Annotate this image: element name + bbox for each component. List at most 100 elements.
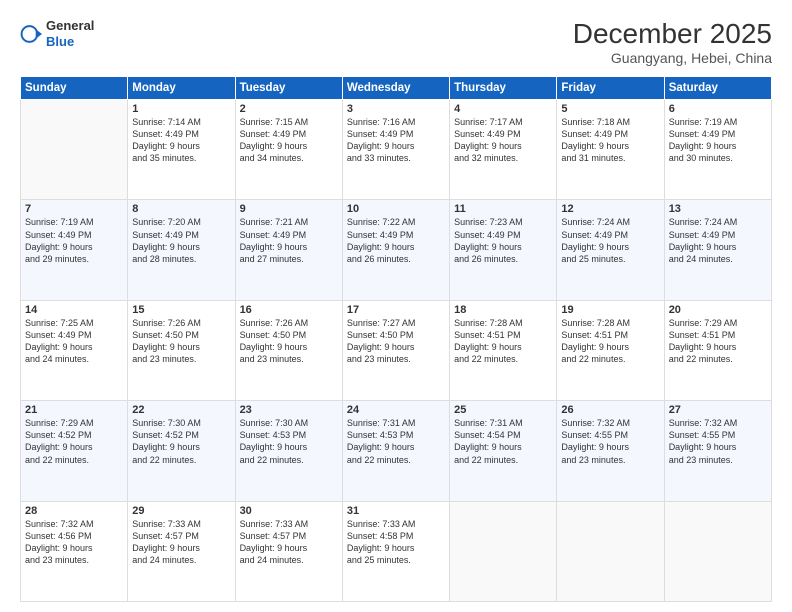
calendar-cell: 24Sunrise: 7:31 AMSunset: 4:53 PMDayligh…: [342, 401, 449, 501]
day-info: Sunrise: 7:30 AMSunset: 4:53 PMDaylight:…: [240, 417, 338, 466]
day-info: Sunrise: 7:19 AMSunset: 4:49 PMDaylight:…: [25, 216, 123, 265]
calendar-cell: [21, 100, 128, 200]
calendar-cell: 9Sunrise: 7:21 AMSunset: 4:49 PMDaylight…: [235, 200, 342, 300]
calendar-cell: 7Sunrise: 7:19 AMSunset: 4:49 PMDaylight…: [21, 200, 128, 300]
calendar-cell: 30Sunrise: 7:33 AMSunset: 4:57 PMDayligh…: [235, 501, 342, 601]
calendar-cell: 8Sunrise: 7:20 AMSunset: 4:49 PMDaylight…: [128, 200, 235, 300]
day-info: Sunrise: 7:32 AMSunset: 4:55 PMDaylight:…: [669, 417, 767, 466]
calendar-cell: 15Sunrise: 7:26 AMSunset: 4:50 PMDayligh…: [128, 300, 235, 400]
day-info: Sunrise: 7:32 AMSunset: 4:55 PMDaylight:…: [561, 417, 659, 466]
calendar-day-header: Wednesday: [342, 77, 449, 100]
day-number: 20: [669, 304, 767, 316]
calendar-cell: 11Sunrise: 7:23 AMSunset: 4:49 PMDayligh…: [450, 200, 557, 300]
calendar-cell: 13Sunrise: 7:24 AMSunset: 4:49 PMDayligh…: [664, 200, 771, 300]
day-number: 28: [25, 505, 123, 517]
day-info: Sunrise: 7:19 AMSunset: 4:49 PMDaylight:…: [669, 116, 767, 165]
day-number: 15: [132, 304, 230, 316]
calendar-cell: 18Sunrise: 7:28 AMSunset: 4:51 PMDayligh…: [450, 300, 557, 400]
calendar-day-header: Tuesday: [235, 77, 342, 100]
day-info: Sunrise: 7:33 AMSunset: 4:57 PMDaylight:…: [132, 518, 230, 567]
day-number: 18: [454, 304, 552, 316]
calendar-cell: 5Sunrise: 7:18 AMSunset: 4:49 PMDaylight…: [557, 100, 664, 200]
logo-icon: [20, 23, 42, 45]
day-number: 21: [25, 404, 123, 416]
day-number: 30: [240, 505, 338, 517]
day-number: 2: [240, 103, 338, 115]
day-info: Sunrise: 7:26 AMSunset: 4:50 PMDaylight:…: [240, 317, 338, 366]
day-info: Sunrise: 7:32 AMSunset: 4:56 PMDaylight:…: [25, 518, 123, 567]
day-number: 16: [240, 304, 338, 316]
day-info: Sunrise: 7:21 AMSunset: 4:49 PMDaylight:…: [240, 216, 338, 265]
day-info: Sunrise: 7:22 AMSunset: 4:49 PMDaylight:…: [347, 216, 445, 265]
calendar-week-row: 1Sunrise: 7:14 AMSunset: 4:49 PMDaylight…: [21, 100, 772, 200]
calendar-cell: 12Sunrise: 7:24 AMSunset: 4:49 PMDayligh…: [557, 200, 664, 300]
calendar-cell: 4Sunrise: 7:17 AMSunset: 4:49 PMDaylight…: [450, 100, 557, 200]
day-number: 17: [347, 304, 445, 316]
day-number: 19: [561, 304, 659, 316]
header: General Blue December 2025 Guangyang, He…: [20, 18, 772, 66]
calendar-cell: 31Sunrise: 7:33 AMSunset: 4:58 PMDayligh…: [342, 501, 449, 601]
day-info: Sunrise: 7:26 AMSunset: 4:50 PMDaylight:…: [132, 317, 230, 366]
day-info: Sunrise: 7:33 AMSunset: 4:58 PMDaylight:…: [347, 518, 445, 567]
day-info: Sunrise: 7:27 AMSunset: 4:50 PMDaylight:…: [347, 317, 445, 366]
calendar-cell: 2Sunrise: 7:15 AMSunset: 4:49 PMDaylight…: [235, 100, 342, 200]
day-info: Sunrise: 7:25 AMSunset: 4:49 PMDaylight:…: [25, 317, 123, 366]
calendar-cell: [450, 501, 557, 601]
day-info: Sunrise: 7:24 AMSunset: 4:49 PMDaylight:…: [561, 216, 659, 265]
title-area: December 2025 Guangyang, Hebei, China: [573, 18, 772, 66]
day-number: 25: [454, 404, 552, 416]
calendar-week-row: 7Sunrise: 7:19 AMSunset: 4:49 PMDaylight…: [21, 200, 772, 300]
day-info: Sunrise: 7:30 AMSunset: 4:52 PMDaylight:…: [132, 417, 230, 466]
calendar-cell: 20Sunrise: 7:29 AMSunset: 4:51 PMDayligh…: [664, 300, 771, 400]
calendar-cell: 21Sunrise: 7:29 AMSunset: 4:52 PMDayligh…: [21, 401, 128, 501]
day-info: Sunrise: 7:15 AMSunset: 4:49 PMDaylight:…: [240, 116, 338, 165]
calendar-cell: [664, 501, 771, 601]
calendar-cell: 29Sunrise: 7:33 AMSunset: 4:57 PMDayligh…: [128, 501, 235, 601]
calendar-cell: 19Sunrise: 7:28 AMSunset: 4:51 PMDayligh…: [557, 300, 664, 400]
calendar-day-header: Saturday: [664, 77, 771, 100]
day-number: 1: [132, 103, 230, 115]
calendar-cell: 16Sunrise: 7:26 AMSunset: 4:50 PMDayligh…: [235, 300, 342, 400]
day-info: Sunrise: 7:17 AMSunset: 4:49 PMDaylight:…: [454, 116, 552, 165]
calendar-day-header: Monday: [128, 77, 235, 100]
day-number: 13: [669, 203, 767, 215]
day-number: 5: [561, 103, 659, 115]
calendar-cell: [557, 501, 664, 601]
day-info: Sunrise: 7:29 AMSunset: 4:52 PMDaylight:…: [25, 417, 123, 466]
day-number: 8: [132, 203, 230, 215]
location: Guangyang, Hebei, China: [573, 50, 772, 66]
month-title: December 2025: [573, 18, 772, 50]
logo: General Blue: [20, 18, 94, 49]
day-number: 29: [132, 505, 230, 517]
day-info: Sunrise: 7:18 AMSunset: 4:49 PMDaylight:…: [561, 116, 659, 165]
calendar-day-header: Friday: [557, 77, 664, 100]
calendar-cell: 28Sunrise: 7:32 AMSunset: 4:56 PMDayligh…: [21, 501, 128, 601]
day-number: 14: [25, 304, 123, 316]
day-info: Sunrise: 7:24 AMSunset: 4:49 PMDaylight:…: [669, 216, 767, 265]
calendar-week-row: 28Sunrise: 7:32 AMSunset: 4:56 PMDayligh…: [21, 501, 772, 601]
calendar-cell: 14Sunrise: 7:25 AMSunset: 4:49 PMDayligh…: [21, 300, 128, 400]
calendar-cell: 3Sunrise: 7:16 AMSunset: 4:49 PMDaylight…: [342, 100, 449, 200]
calendar-cell: 27Sunrise: 7:32 AMSunset: 4:55 PMDayligh…: [664, 401, 771, 501]
day-info: Sunrise: 7:28 AMSunset: 4:51 PMDaylight:…: [454, 317, 552, 366]
page: General Blue December 2025 Guangyang, He…: [0, 0, 792, 612]
day-number: 31: [347, 505, 445, 517]
calendar-cell: 1Sunrise: 7:14 AMSunset: 4:49 PMDaylight…: [128, 100, 235, 200]
day-number: 26: [561, 404, 659, 416]
day-number: 22: [132, 404, 230, 416]
day-number: 4: [454, 103, 552, 115]
calendar-cell: 22Sunrise: 7:30 AMSunset: 4:52 PMDayligh…: [128, 401, 235, 501]
day-number: 23: [240, 404, 338, 416]
calendar-cell: 23Sunrise: 7:30 AMSunset: 4:53 PMDayligh…: [235, 401, 342, 501]
day-info: Sunrise: 7:20 AMSunset: 4:49 PMDaylight:…: [132, 216, 230, 265]
day-info: Sunrise: 7:29 AMSunset: 4:51 PMDaylight:…: [669, 317, 767, 366]
day-info: Sunrise: 7:14 AMSunset: 4:49 PMDaylight:…: [132, 116, 230, 165]
day-info: Sunrise: 7:31 AMSunset: 4:53 PMDaylight:…: [347, 417, 445, 466]
day-number: 12: [561, 203, 659, 215]
day-number: 6: [669, 103, 767, 115]
day-info: Sunrise: 7:31 AMSunset: 4:54 PMDaylight:…: [454, 417, 552, 466]
calendar-cell: 6Sunrise: 7:19 AMSunset: 4:49 PMDaylight…: [664, 100, 771, 200]
day-number: 10: [347, 203, 445, 215]
day-number: 9: [240, 203, 338, 215]
day-number: 11: [454, 203, 552, 215]
